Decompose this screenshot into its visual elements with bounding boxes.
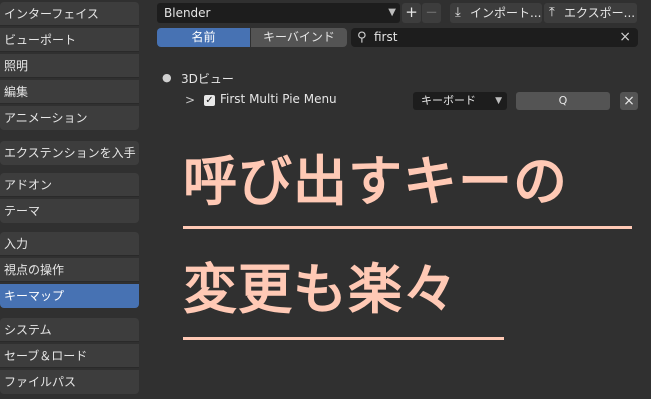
export-icon: ⤒ (549, 5, 555, 20)
preferences-sidebar: インターフェイス ビューポート 照明 編集 アニメーション エクステンションを入… (0, 0, 139, 399)
import-icon: ⤓ (455, 5, 461, 20)
sidebar-item-viewport[interactable]: ビューポート (0, 28, 139, 52)
sidebar-item-animation[interactable]: アニメーション (0, 106, 139, 130)
expand-chevron-icon[interactable]: > (185, 93, 195, 107)
sidebar-item-lights[interactable]: 照明 (0, 54, 139, 78)
remove-keymap-item-button[interactable]: × (620, 92, 638, 110)
caption-underline (183, 226, 632, 229)
caption-underline (183, 337, 504, 340)
export-label: エクスポー... (564, 6, 636, 20)
sidebar-item-navigation[interactable]: 視点の操作 (0, 258, 139, 282)
remove-preset-button[interactable]: − (422, 3, 441, 23)
sidebar-item-editing[interactable]: 編集 (0, 80, 139, 104)
import-label: インポート... (470, 6, 542, 20)
overlay-caption-line1: 呼び出すキーの (183, 150, 568, 213)
export-button[interactable]: ⤒ エクスポー... (544, 3, 637, 23)
keymap-item-name[interactable]: First Multi Pie Menu (220, 92, 337, 106)
bullet-icon: ● (162, 71, 172, 84)
clear-search-icon[interactable]: × (619, 28, 631, 47)
input-type-select[interactable]: キーボード ▼ (413, 92, 507, 110)
chevron-down-icon: ▼ (388, 7, 396, 18)
keymap-section-3d-view[interactable]: 3Dビュー (181, 70, 234, 87)
filter-by-name-toggle[interactable]: 名前 (157, 28, 250, 47)
preset-value: Blender (164, 6, 211, 20)
sidebar-item-get-extensions[interactable]: エクステンションを入手 (0, 141, 139, 165)
sidebar-item-system[interactable]: システム (0, 318, 139, 342)
item-enabled-checkbox[interactable]: ✓ (204, 95, 215, 106)
keymap-preset-select[interactable]: Blender ▼ (157, 3, 400, 23)
search-value: first (374, 30, 398, 44)
import-button[interactable]: ⤓ インポート... (450, 3, 542, 23)
chevron-down-icon: ▼ (495, 96, 502, 106)
key-binding-field[interactable]: Q (516, 92, 610, 110)
add-preset-button[interactable]: + (402, 3, 421, 23)
keymap-search-input[interactable]: ⚲ first × (351, 28, 638, 47)
filter-by-key-binding-toggle[interactable]: キーバインド (251, 28, 347, 47)
sidebar-item-themes[interactable]: テーマ (0, 199, 139, 223)
sidebar-item-input[interactable]: 入力 (0, 232, 139, 256)
sidebar-item-save-load[interactable]: セーブ＆ロード (0, 344, 139, 368)
sidebar-item-interface[interactable]: インターフェイス (0, 2, 139, 26)
sidebar-item-file-paths[interactable]: ファイルパス (0, 370, 139, 394)
search-icon: ⚲ (357, 30, 367, 45)
overlay-caption-line2: 変更も楽々 (183, 258, 458, 321)
sidebar-item-addons[interactable]: アドオン (0, 173, 139, 197)
sidebar-item-keymap[interactable]: キーマップ (0, 284, 139, 308)
input-type-value: キーボード (421, 94, 476, 107)
